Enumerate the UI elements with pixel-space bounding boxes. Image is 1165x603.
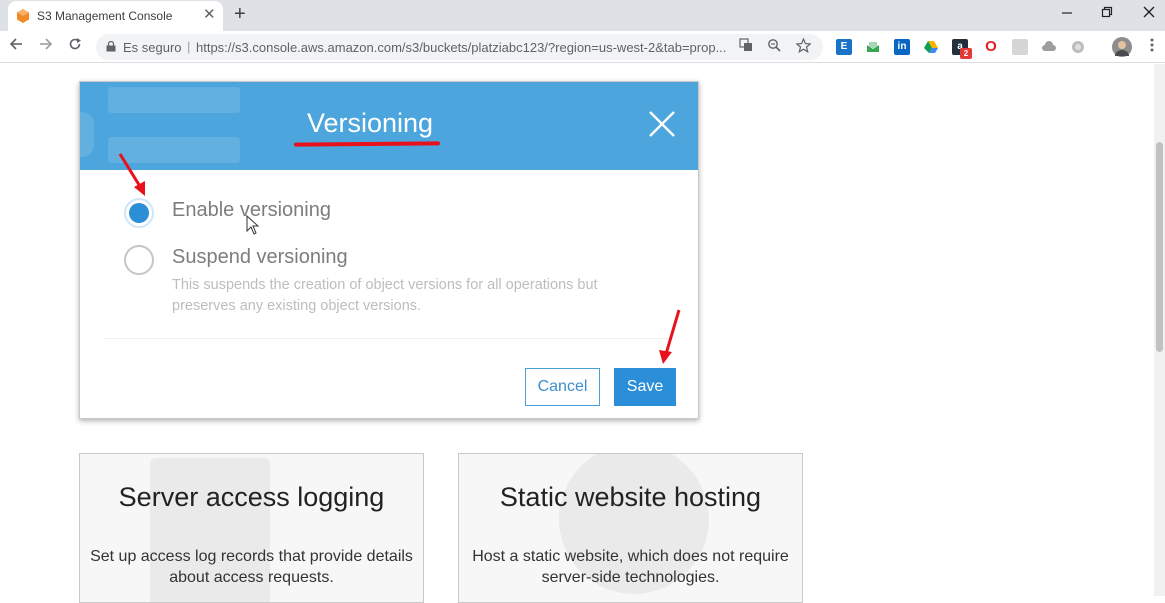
enable-versioning-radio[interactable] [124,198,154,228]
scrollbar-thumb[interactable] [1156,142,1163,352]
card-description: Set up access log records that provide d… [90,548,413,586]
cancel-button[interactable]: Cancel [525,368,600,406]
page-scrollbar[interactable] [1154,64,1165,596]
extension-pdf-icon[interactable] [1012,39,1028,55]
lock-icon [106,41,116,52]
tab-close-icon[interactable]: ✕ [203,6,216,24]
red-annotation-underline [293,141,441,147]
profile-avatar[interactable] [1112,37,1132,57]
url-text[interactable]: https://s3.console.aws.amazon.com/s3/buc… [196,40,736,55]
bookmark-star-icon[interactable] [794,37,812,58]
browser-toolbar: Es seguro | https://s3.console.aws.amazo… [0,31,1165,63]
suspend-versioning-label[interactable]: Suspend versioning [172,246,348,269]
forward-icon[interactable] [36,36,56,56]
address-separator: | [187,39,191,54]
linkedin-icon[interactable]: in [894,39,910,55]
extension-cloud-icon[interactable] [1041,39,1057,55]
tab-title: S3 Management Console [37,9,173,23]
menu-icon[interactable] [1142,37,1162,57]
server-access-logging-card[interactable]: Server access logging Set up access log … [79,453,424,603]
address-bar[interactable]: Es seguro | https://s3.console.aws.amazo… [96,34,823,60]
modal-divider [104,338,674,339]
back-icon[interactable] [6,36,26,56]
versioning-modal: Versioning Enable versioning Suspend ver… [79,81,699,419]
static-website-hosting-card[interactable]: Static website hosting Host a static web… [458,453,803,603]
new-tab-button[interactable]: + [234,3,246,25]
modal-close-icon[interactable] [644,106,680,142]
translate-icon[interactable] [738,38,754,57]
modal-header: Versioning [80,82,698,170]
browser-tab[interactable]: S3 Management Console ✕ [8,1,223,31]
red-annotation-arrow [118,153,145,196]
tab-strip: S3 Management Console ✕ + [0,0,1165,31]
reload-icon[interactable] [65,36,85,56]
suspend-versioning-radio[interactable] [124,245,154,275]
restore-icon[interactable] [1092,3,1122,23]
modal-title: Versioning [306,108,434,138]
zoom-icon[interactable] [766,38,782,57]
opera-icon[interactable]: O [983,39,999,55]
extension-circle-icon[interactable] [1070,39,1086,55]
suspend-versioning-description: This suspends the creation of object ver… [172,277,598,314]
extension-blue-icon[interactable]: E [836,39,852,55]
security-label: Es seguro [123,40,182,55]
extension-inbox-icon[interactable] [865,39,881,55]
card-description: Host a static website, which does not re… [472,548,789,586]
minimize-icon[interactable] [1052,3,1082,23]
save-button[interactable]: Save [614,368,676,406]
card-title: Static website hosting [499,482,762,512]
card-title: Server access logging [118,482,385,512]
window-close-icon[interactable] [1134,3,1164,23]
amazon-badge: 2 [960,48,972,59]
red-annotation-arrow [659,309,681,364]
mouse-pointer-icon [246,215,260,235]
aws-s3-favicon-icon [17,9,29,23]
google-drive-icon[interactable] [923,39,939,55]
